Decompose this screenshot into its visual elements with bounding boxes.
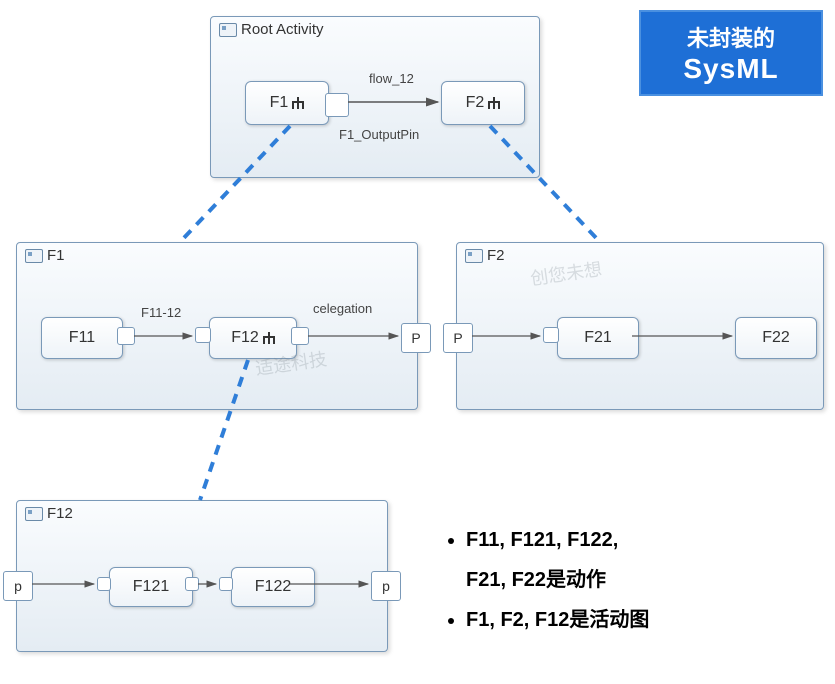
pin-f12-in: [195, 327, 211, 343]
panel-f12: F12 p F121 F122 p: [16, 500, 388, 652]
port-label: p: [14, 578, 22, 594]
label-outputpin: F1_OutputPin: [339, 127, 419, 142]
pin-f121-out: [185, 577, 199, 591]
label-delegation: celegation: [313, 301, 372, 316]
node-label: F11: [69, 329, 95, 347]
node-label: F122: [255, 578, 291, 596]
rake-icon: [488, 97, 500, 109]
port-f12-pl: p: [3, 571, 33, 601]
badge-line2: SysML: [683, 53, 778, 85]
panel-title-text: F12: [47, 505, 73, 522]
pin-f121-in: [97, 577, 111, 591]
panel-title-text: Root Activity: [241, 21, 324, 38]
activity-icon: [219, 23, 237, 37]
badge-unencapsulated-sysml: 未封装的 SysML: [639, 10, 823, 96]
node-label: F1: [270, 94, 289, 112]
panel-root-activity: Root Activity F1 flow_12 F1_OutputPin F2: [210, 16, 540, 178]
node-f21: F21: [557, 317, 639, 359]
port-f12-pr: p: [371, 571, 401, 601]
node-label: F22: [762, 329, 790, 347]
pin-f21-in: [543, 327, 559, 343]
panel-title-text: F1: [47, 247, 65, 264]
node-f122: F122: [231, 567, 315, 607]
node-f12: F12: [209, 317, 297, 359]
port-label: P: [453, 330, 462, 346]
port-label: p: [382, 578, 390, 594]
rake-icon: [263, 332, 275, 344]
rake-icon: [292, 97, 304, 109]
panel-title-f2: F2: [465, 247, 505, 264]
pin-f122-in: [219, 577, 233, 591]
activity-icon: [465, 249, 483, 263]
label-flow12: flow_12: [369, 71, 414, 86]
node-f11: F11: [41, 317, 123, 359]
pin-f11-out: [117, 327, 135, 345]
node-label: F21: [584, 329, 612, 347]
node-label: F12: [231, 329, 259, 347]
bullet-1a: F11, F121, F122,: [466, 529, 618, 551]
node-label: F2: [466, 94, 485, 112]
label-f11-12: F11-12: [141, 305, 181, 320]
bullet-2: F1, F2, F12是活动图: [466, 600, 649, 640]
node-f1: F1: [245, 81, 329, 125]
panel-title-root: Root Activity: [219, 21, 324, 38]
bullet-1: F11, F121, F122, F21, F22是动作: [466, 520, 649, 600]
badge-line1: 未封装的: [687, 21, 775, 53]
panel-title-f12: F12: [25, 505, 73, 522]
panel-title-f1: F1: [25, 247, 65, 264]
node-f22: F22: [735, 317, 817, 359]
port-label: P: [411, 330, 420, 346]
port-f1-p: P: [401, 323, 431, 353]
node-label: F121: [133, 578, 169, 596]
port-f2-p: P: [443, 323, 473, 353]
node-f121: F121: [109, 567, 193, 607]
bullet-1b: F21, F22是动作: [466, 569, 606, 591]
activity-icon: [25, 507, 43, 521]
panel-f1: F1 F11 F11-12 F12 celegation P: [16, 242, 418, 410]
pin-f1-output: [325, 93, 349, 117]
activity-icon: [25, 249, 43, 263]
node-f2: F2: [441, 81, 525, 125]
panel-f2: F2 P F21 F22: [456, 242, 824, 410]
bullet-list: F11, F121, F122, F21, F22是动作 F1, F2, F12…: [448, 520, 649, 640]
panel-title-text: F2: [487, 247, 505, 264]
pin-f12-out: [291, 327, 309, 345]
